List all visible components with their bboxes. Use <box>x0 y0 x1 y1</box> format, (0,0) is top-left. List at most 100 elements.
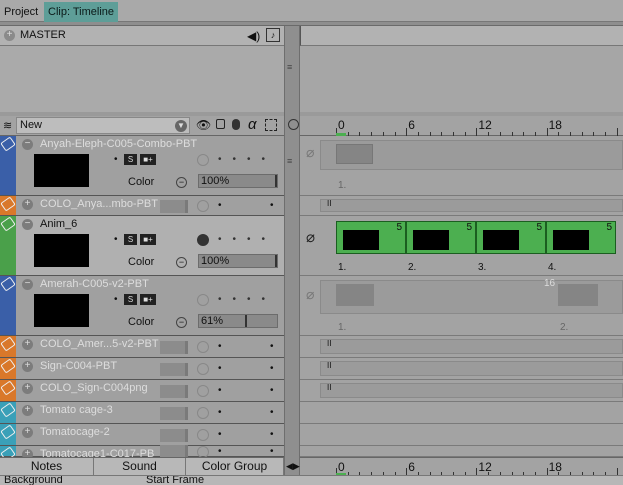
add-icon[interactable]: + <box>4 30 15 41</box>
collapse-icon[interactable]: − <box>176 177 187 188</box>
visibility-toggle[interactable] <box>197 407 209 419</box>
add-icon[interactable]: + <box>22 361 33 372</box>
layer-name[interactable]: Anyah-Eleph-C005-Combo-PBT <box>40 138 197 150</box>
collapse-icon[interactable]: − <box>176 257 187 268</box>
notes-tab[interactable]: Notes <box>0 458 94 476</box>
no-sign-icon[interactable]: ⌀ <box>306 144 314 161</box>
timeline-track[interactable]: II <box>300 336 623 358</box>
swap-icon[interactable]: S <box>124 154 137 165</box>
speaker-icon[interactable]: ◀) <box>247 29 260 43</box>
opacity-field[interactable]: 100% <box>198 174 278 188</box>
timeline-track[interactable]: II <box>300 358 623 380</box>
add-icon[interactable]: + <box>22 383 33 394</box>
layer-row[interactable]: − Anim_6 • S ■+ •••• Color −100% <box>0 216 284 276</box>
swap-icon[interactable]: S <box>124 234 137 245</box>
color-group-tab[interactable]: Color Group <box>186 458 284 476</box>
layer-row[interactable]: + Tomatocage1-C017-PB • • <box>0 445 284 462</box>
timeline-track[interactable]: II <box>300 196 623 216</box>
lightbulb-icon[interactable] <box>232 119 240 130</box>
swap-icon[interactable]: S <box>124 294 137 305</box>
track-handle-icon[interactable]: II <box>327 383 331 392</box>
no-sign-icon[interactable]: ⌀ <box>306 286 314 303</box>
track-bar[interactable] <box>320 339 623 354</box>
cel-block[interactable]: 5 <box>336 221 406 254</box>
grip-icon[interactable]: ≡ <box>287 63 297 72</box>
drawing-icon[interactable]: ■+ <box>140 294 156 305</box>
layer-opacity-bar[interactable] <box>160 362 188 376</box>
lock-icon[interactable] <box>216 119 225 129</box>
panel-splitter[interactable]: ≡ ≡ <box>284 26 300 485</box>
layer-row[interactable]: + COLO_Anya...mbo-PBT • • <box>0 196 284 216</box>
visibility-toggle[interactable] <box>197 294 209 306</box>
layer-name[interactable]: Amerah-C005-v2-PBT <box>40 278 149 290</box>
tab-clip-timeline[interactable]: Clip: Timeline <box>44 2 119 22</box>
drawing-icon[interactable]: ■+ <box>140 234 156 245</box>
drawing-icon[interactable]: ■+ <box>140 154 156 165</box>
layers-icon[interactable]: ≋ <box>3 119 12 132</box>
layer-name[interactable]: COLO_Amer...5-v2-PBT <box>40 338 159 350</box>
layer-opacity-bar[interactable] <box>160 428 188 442</box>
select-icon[interactable] <box>265 119 277 131</box>
visibility-toggle[interactable] <box>197 341 209 353</box>
add-icon[interactable]: + <box>22 405 33 416</box>
layer-row[interactable]: + COLO_Amer...5-v2-PBT • • <box>0 336 284 358</box>
track-handle-icon[interactable]: II <box>327 199 331 208</box>
layer-name[interactable]: Tomatocage-2 <box>40 426 110 438</box>
track-handle-icon[interactable]: II <box>327 361 331 370</box>
master-row[interactable]: + MASTER ◀) ♪ <box>0 26 284 46</box>
layer-row[interactable]: − Amerah-C005-v2-PBT • S ■+ •••• Color −61% <box>0 276 284 336</box>
opacity-field[interactable]: 61% <box>198 314 278 328</box>
layer-name[interactable]: Sign-C004-PBT <box>40 360 117 372</box>
track-handle-icon[interactable]: II <box>327 339 331 348</box>
layer-row[interactable]: + COLO_Sign-C004png • • <box>0 380 284 402</box>
cel-block[interactable]: 5 <box>546 221 616 254</box>
timeline-track[interactable]: II <box>300 380 623 402</box>
no-sign-icon[interactable]: ⌀ <box>306 228 315 246</box>
layer-row[interactable]: + Tomatocage-2 • • <box>0 424 284 446</box>
layer-row[interactable]: + Tomato cage-3 • • <box>0 402 284 424</box>
chevron-down-icon[interactable]: ▼ <box>175 120 187 132</box>
collapse-icon[interactable]: − <box>176 317 187 328</box>
tab-project[interactable]: Project <box>0 2 42 22</box>
layer-name[interactable]: COLO_Anya...mbo-PBT <box>40 198 158 210</box>
alpha-icon[interactable]: α <box>248 116 257 133</box>
layer-opacity-bar[interactable] <box>160 384 188 398</box>
visibility-toggle[interactable] <box>197 363 209 375</box>
layer-row[interactable]: − Anyah-Eleph-C005-Combo-PBT • S ■+ •••• Color… <box>0 136 284 196</box>
layer-name[interactable]: Anim_6 <box>40 218 77 230</box>
cel-block[interactable]: 5 <box>476 221 546 254</box>
timeline-track[interactable] <box>300 446 623 457</box>
collapse-icon[interactable]: − <box>22 279 33 290</box>
timeline-track[interactable] <box>300 424 623 446</box>
visibility-toggle[interactable] <box>197 154 209 166</box>
sound-clip-icon[interactable]: ♪ <box>266 28 280 42</box>
timeline-track[interactable]: ⌀ 1. <box>300 136 623 196</box>
add-icon[interactable]: + <box>22 199 33 210</box>
onion-skin-icon[interactable] <box>288 119 299 130</box>
new-layer-dropdown[interactable]: New ▼ <box>16 117 190 134</box>
layer-opacity-bar[interactable] <box>160 199 188 213</box>
visibility-toggle[interactable] <box>197 234 209 246</box>
eye-icon[interactable]: 👁 <box>196 118 211 132</box>
layer-opacity-bar[interactable] <box>160 406 188 420</box>
layer-row[interactable]: + Sign-C004-PBT • • <box>0 358 284 380</box>
layer-opacity-bar[interactable] <box>160 340 188 354</box>
track-bar[interactable] <box>320 199 623 212</box>
add-icon[interactable]: + <box>22 427 33 438</box>
grip-icon[interactable]: ≡ <box>287 157 297 166</box>
sound-tab[interactable]: Sound <box>94 458 186 476</box>
cel-block[interactable] <box>336 144 373 164</box>
add-icon[interactable]: + <box>22 339 33 350</box>
cel-block[interactable]: 5 <box>406 221 476 254</box>
visibility-toggle[interactable] <box>197 200 209 212</box>
layer-name[interactable]: COLO_Sign-C004png <box>40 382 148 394</box>
track-bar[interactable] <box>320 383 623 398</box>
cel-block[interactable] <box>558 284 598 306</box>
visibility-toggle[interactable] <box>197 385 209 397</box>
layer-name[interactable]: Tomato cage-3 <box>40 404 113 416</box>
collapse-icon[interactable]: − <box>22 219 33 230</box>
cel-block[interactable] <box>336 284 374 306</box>
opacity-field[interactable]: 100% <box>198 254 278 268</box>
timeline-track[interactable]: ⌀ 16 1. 2. <box>300 276 623 336</box>
visibility-toggle[interactable] <box>197 429 209 441</box>
